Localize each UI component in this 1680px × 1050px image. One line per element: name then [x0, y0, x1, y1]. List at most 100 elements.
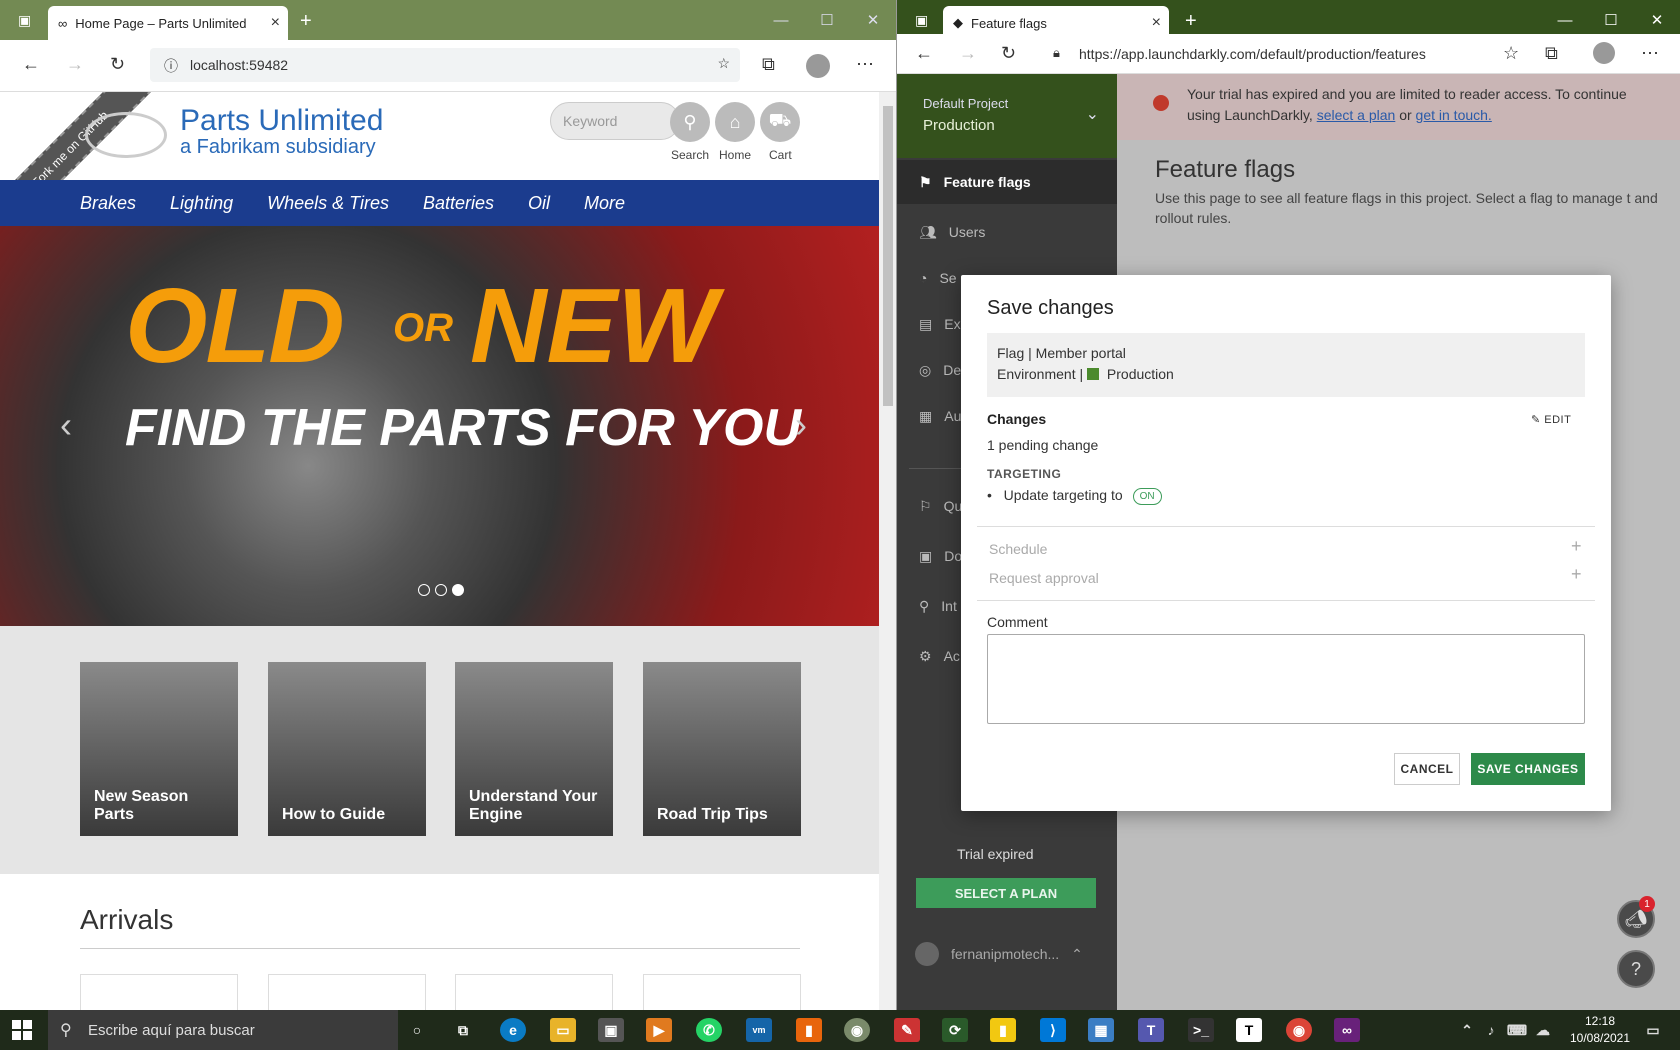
home-button[interactable]: ⌂ [715, 102, 755, 142]
carousel-dot[interactable] [418, 584, 430, 596]
file-explorer-icon[interactable]: ▭ [550, 1018, 576, 1042]
close-icon[interactable]: ✕ [850, 4, 896, 36]
get-in-touch-link[interactable]: get in touch. [1416, 107, 1492, 123]
notifications-icon[interactable]: ▭ [1640, 1018, 1666, 1042]
address-bar[interactable]: 🔒︎ https://app.launchdarkly.com/default/… [1039, 38, 1495, 70]
profile-avatar[interactable] [806, 54, 830, 78]
taskbar-clock[interactable]: 12:18 10/08/2021 [1560, 1013, 1640, 1047]
app-icon[interactable]: ⟳ [942, 1018, 968, 1042]
tile-new-season-parts[interactable]: New Season Parts [80, 662, 238, 836]
powerbi-icon[interactable]: ▮ [990, 1018, 1016, 1042]
request-approval-option[interactable]: Request approval [989, 570, 1099, 586]
comment-textarea[interactable] [987, 634, 1585, 724]
tile-road-trip-tips[interactable]: Road Trip Tips [643, 662, 801, 836]
typora-icon[interactable]: T [1236, 1018, 1262, 1042]
new-tab-icon[interactable]: + [1185, 10, 1197, 33]
carousel-dot-active[interactable] [452, 584, 464, 596]
nav-wheels-tires[interactable]: Wheels & Tires [267, 193, 389, 214]
cancel-button[interactable]: CANCEL [1394, 753, 1460, 785]
app-icon[interactable]: ▦ [1088, 1018, 1114, 1042]
sidebar-item-users[interactable]: 👥︎ Users [897, 210, 1117, 254]
teams-icon[interactable]: T [1138, 1018, 1164, 1042]
volume-icon[interactable]: ♪ [1478, 1018, 1504, 1042]
carousel-prev-icon[interactable]: ‹ [60, 404, 72, 446]
nav-brakes[interactable]: Brakes [80, 193, 136, 214]
address-bar[interactable]: ⓘ localhost:59482 ☆ [150, 48, 740, 82]
back-icon[interactable]: ← [915, 43, 933, 64]
product-card[interactable] [80, 974, 238, 1010]
tray-chevron-icon[interactable]: ⌃ [1454, 1018, 1480, 1042]
minimize-icon[interactable]: — [1542, 4, 1588, 36]
edge-icon[interactable]: e [500, 1018, 526, 1042]
maximize-icon[interactable]: ☐ [804, 4, 850, 36]
app-icon[interactable]: ◉ [844, 1018, 870, 1042]
profile-avatar[interactable] [1593, 42, 1615, 64]
nav-more[interactable]: More [584, 193, 625, 214]
more-menu-icon[interactable]: ⋯ [1641, 43, 1659, 64]
cortana-icon[interactable]: ○ [404, 1018, 430, 1042]
close-tab-icon[interactable]: × [271, 14, 280, 32]
nav-oil[interactable]: Oil [528, 193, 550, 214]
collections-icon[interactable]: ⧉ [1545, 43, 1558, 64]
minimize-icon[interactable]: — [758, 4, 804, 36]
new-tab-icon[interactable]: + [300, 10, 312, 33]
select-plan-link[interactable]: select a plan [1317, 107, 1396, 123]
back-icon[interactable]: ← [22, 54, 40, 75]
collections-icon[interactable]: ⧉ [762, 54, 775, 75]
chrome-icon[interactable]: ◉ [1286, 1018, 1312, 1042]
cloud-icon[interactable]: ☁ [1530, 1018, 1556, 1042]
tile-understand-engine[interactable]: Understand Your Engine [455, 662, 613, 836]
close-icon[interactable]: ✕ [1634, 4, 1680, 36]
media-icon[interactable]: ▶ [646, 1018, 672, 1042]
start-button[interactable] [12, 1020, 32, 1040]
project-switcher[interactable]: Default Project Production ⌄ [897, 74, 1117, 158]
keyboard-icon[interactable]: ⌨ [1504, 1018, 1530, 1042]
close-tab-icon[interactable]: × [1152, 14, 1161, 32]
page-scrollbar[interactable] [879, 92, 896, 1010]
schedule-option[interactable]: Schedule [989, 541, 1047, 557]
tab-parts-unlimited[interactable]: ∞ Home Page – Parts Unlimited × [48, 6, 288, 40]
scrollbar-thumb[interactable] [883, 106, 893, 406]
carousel-dot[interactable] [435, 584, 447, 596]
user-menu[interactable]: fernanipmotech... ⌃ [915, 942, 1083, 966]
select-plan-button[interactable]: SELECT A PLAN [916, 878, 1096, 908]
product-card[interactable] [268, 974, 426, 1010]
app-icon[interactable]: ✎ [894, 1018, 920, 1042]
nav-lighting[interactable]: Lighting [170, 193, 233, 214]
favorite-icon[interactable]: ☆ [717, 55, 730, 72]
tile-how-to-guide[interactable]: How to Guide [268, 662, 426, 836]
favorite-icon[interactable]: ☆ [1503, 43, 1519, 64]
tab-actions-icon[interactable]: ▣ [915, 12, 928, 29]
sidebar-item-feature-flags[interactable]: ⚑ Feature flags [897, 160, 1117, 204]
refresh-icon[interactable]: ↻ [1001, 43, 1016, 64]
maximize-icon[interactable]: ☐ [1588, 4, 1634, 36]
whatsapp-icon[interactable]: ✆ [696, 1018, 722, 1042]
debugger-icon: ◎ [919, 361, 932, 378]
terminal-icon[interactable]: >_ [1188, 1018, 1214, 1042]
product-card[interactable] [643, 974, 801, 1010]
visual-studio-icon[interactable]: ∞ [1334, 1018, 1360, 1042]
store-icon[interactable]: ▣ [598, 1018, 624, 1042]
vscode-icon[interactable]: ⟩ [1040, 1018, 1066, 1042]
nav-batteries[interactable]: Batteries [423, 193, 494, 214]
refresh-icon[interactable]: ↻ [110, 54, 125, 75]
more-menu-icon[interactable]: ⋯ [856, 54, 874, 75]
forward-icon[interactable]: → [66, 54, 84, 75]
product-card[interactable] [455, 974, 613, 1010]
carousel-next-icon[interactable]: › [795, 404, 807, 446]
save-changes-button[interactable]: SAVE CHANGES [1471, 753, 1585, 785]
forward-icon[interactable]: → [959, 43, 977, 64]
keyword-search-input[interactable]: Keyword [550, 102, 680, 140]
office-icon[interactable]: ▮ [796, 1018, 822, 1042]
cart-button[interactable]: ⛟ [760, 102, 800, 142]
site-logo-title[interactable]: Parts Unlimited [180, 106, 383, 136]
vmware-icon[interactable]: vm [746, 1018, 772, 1042]
add-schedule-plus-icon[interactable]: + [1571, 536, 1582, 557]
taskbar-search[interactable]: ⚲ Escribe aquí para buscar [48, 1010, 398, 1050]
search-button[interactable]: ⚲ [670, 102, 710, 142]
edit-button[interactable]: ✎ EDIT [1531, 413, 1571, 426]
tab-actions-icon[interactable]: ▣ [18, 12, 31, 29]
help-button[interactable]: ? [1617, 950, 1655, 988]
add-approval-plus-icon[interactable]: + [1571, 564, 1582, 585]
task-view-icon[interactable]: ⧉ [450, 1018, 476, 1042]
